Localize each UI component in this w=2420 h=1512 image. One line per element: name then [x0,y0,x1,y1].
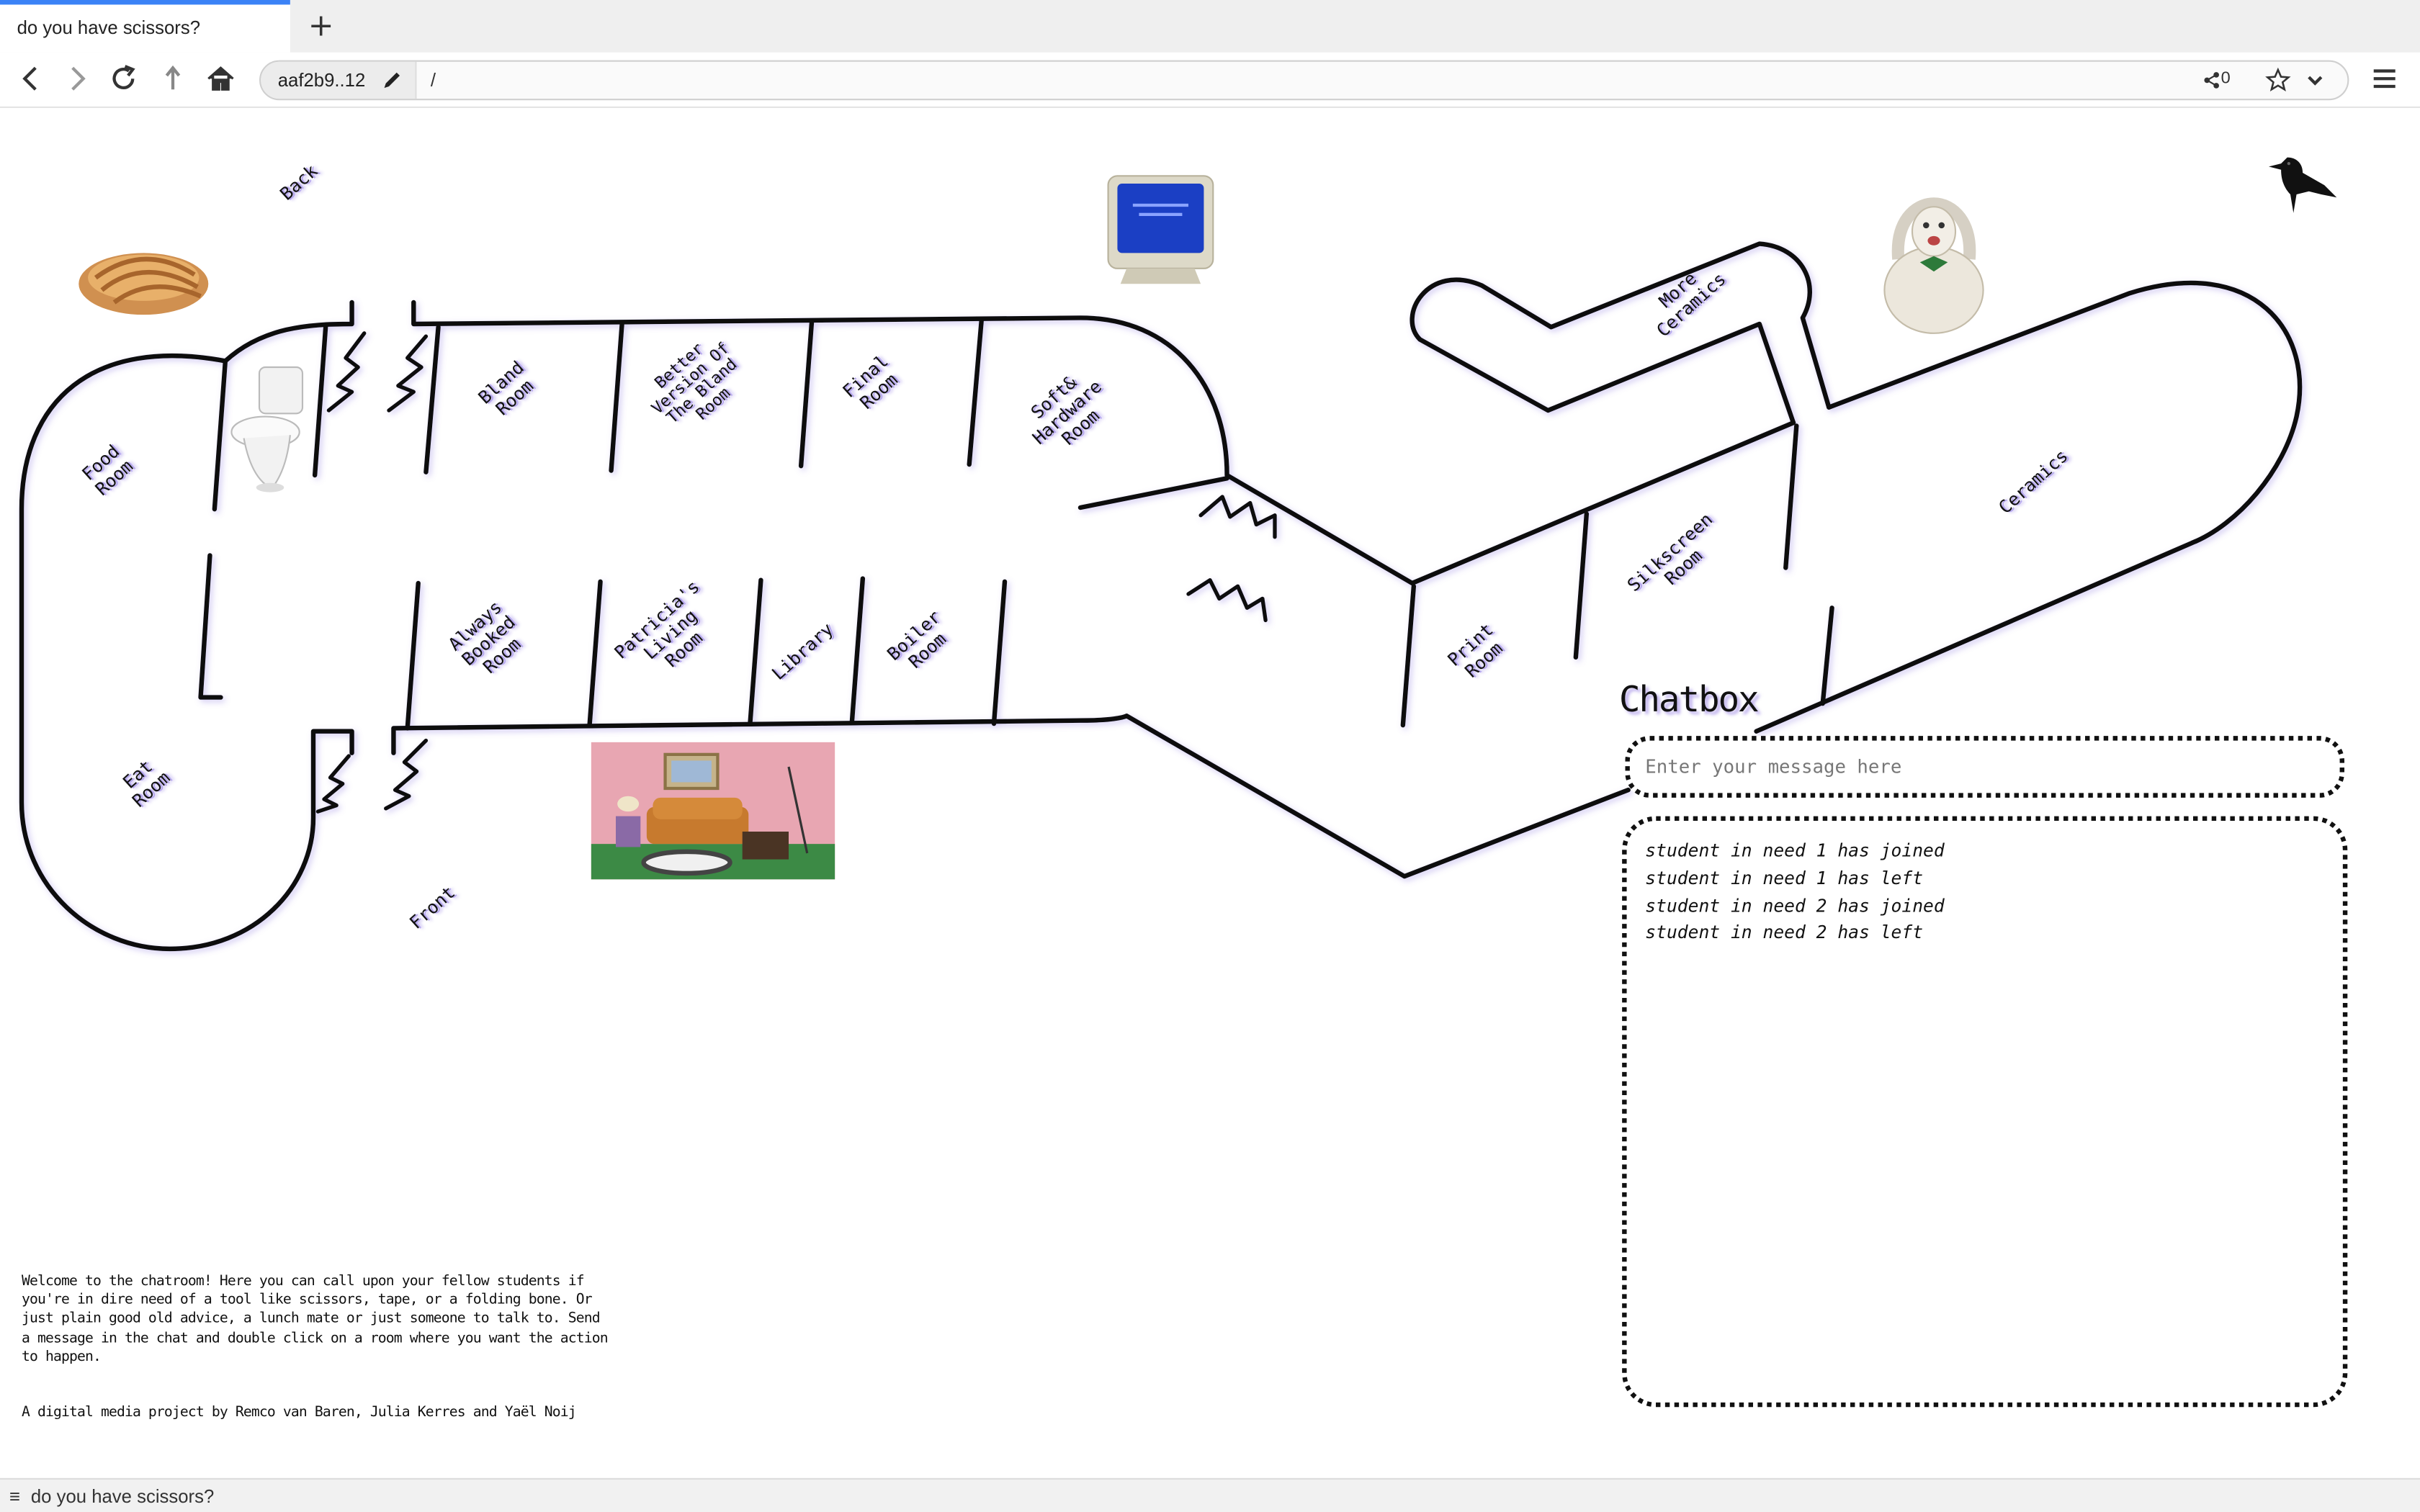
chat-message-input[interactable] [1625,736,2344,798]
star-icon[interactable] [2264,66,2293,94]
share-count: 0 [2220,69,2231,89]
back-arrow-icon[interactable] [12,60,49,97]
forward-arrow-icon[interactable] [58,60,95,97]
navigation-bar: aaf2b9..12 / 0 [0,52,2420,108]
wall-toilet-partition [312,325,328,478]
wall-partition-5 [405,580,421,731]
wall-left-top [223,300,354,364]
door-back-right[interactable] [387,334,429,413]
wall-ceramics-loop [1754,280,2303,734]
home-icon[interactable] [202,60,239,97]
wall-partition-3 [798,318,815,469]
tab-bar: do you have scissors? + [0,0,2420,53]
hamburger-icon[interactable]: ≡ [9,1486,20,1508]
url-host: aaf2b9..12 [277,69,366,91]
toilet-image[interactable] [228,364,308,494]
pencil-icon[interactable] [381,69,403,91]
crt-monitor-image[interactable] [1105,173,1216,290]
wall-bottom-corridor [391,714,1631,879]
door-front-left[interactable] [315,754,351,814]
door-back-left[interactable] [326,331,367,413]
pastry-image[interactable] [74,235,213,328]
credits-text: A digital media project by Remco van Bar… [22,1403,577,1421]
wall-partition-8 [849,576,866,725]
address-bar[interactable]: aaf2b9..12 / 0 [259,60,2349,101]
chat-message: student in need 2 has left [1645,922,1924,944]
door-middle-bottom[interactable] [1186,578,1268,623]
tab-title: do you have scissors? [17,17,201,39]
wall-silkscreen-right [1783,423,1799,570]
reload-icon[interactable] [105,60,142,97]
wall-partition-6 [587,579,603,728]
url-host-chip[interactable]: aaf2b9..12 [261,61,417,99]
chat-message: student in need 1 has joined [1645,839,1945,861]
door-middle-top[interactable] [1198,495,1277,539]
upload-icon[interactable] [154,60,191,97]
chatbox-title: Chatbox [1618,680,1760,721]
wall-partition-1 [424,325,441,474]
wall-partition-4 [967,317,985,467]
living-room-image[interactable] [591,742,835,880]
wall-ceramics-neck [1410,241,1832,426]
wall-print-left [1400,584,1417,728]
status-title: do you have scissors? [30,1485,215,1508]
wall-partition-7 [748,577,763,726]
share-icon[interactable] [2202,71,2221,90]
chat-log[interactable]: student in need 1 has joined student in … [1622,816,2348,1408]
chat-message: student in need 2 has joined [1645,894,1945,916]
new-tab-button[interactable]: + [305,6,336,43]
wall-print-right [1573,511,1590,660]
wall-partition-9 [991,579,1008,726]
crow-image[interactable] [2262,151,2339,216]
ceramic-dog-basket-image[interactable] [1877,170,1991,336]
url-path: / [430,69,436,91]
chat-message: student in need 1 has left [1645,866,1924,888]
active-tab[interactable]: do you have scissors? [0,0,290,53]
wall-soft-hardware [1077,476,1229,510]
status-bar: ≡ do you have scissors? [0,1477,2420,1512]
wall-food-partition [212,359,228,512]
wall-partition-2 [609,321,624,473]
wall-left-inner [198,553,223,700]
wall-ceramics-left [1820,606,1834,706]
intro-text: Welcome to the chatroom! Here you can ca… [22,1272,609,1366]
chevron-down-icon[interactable] [2304,69,2326,91]
menu-icon[interactable] [2366,60,2403,97]
